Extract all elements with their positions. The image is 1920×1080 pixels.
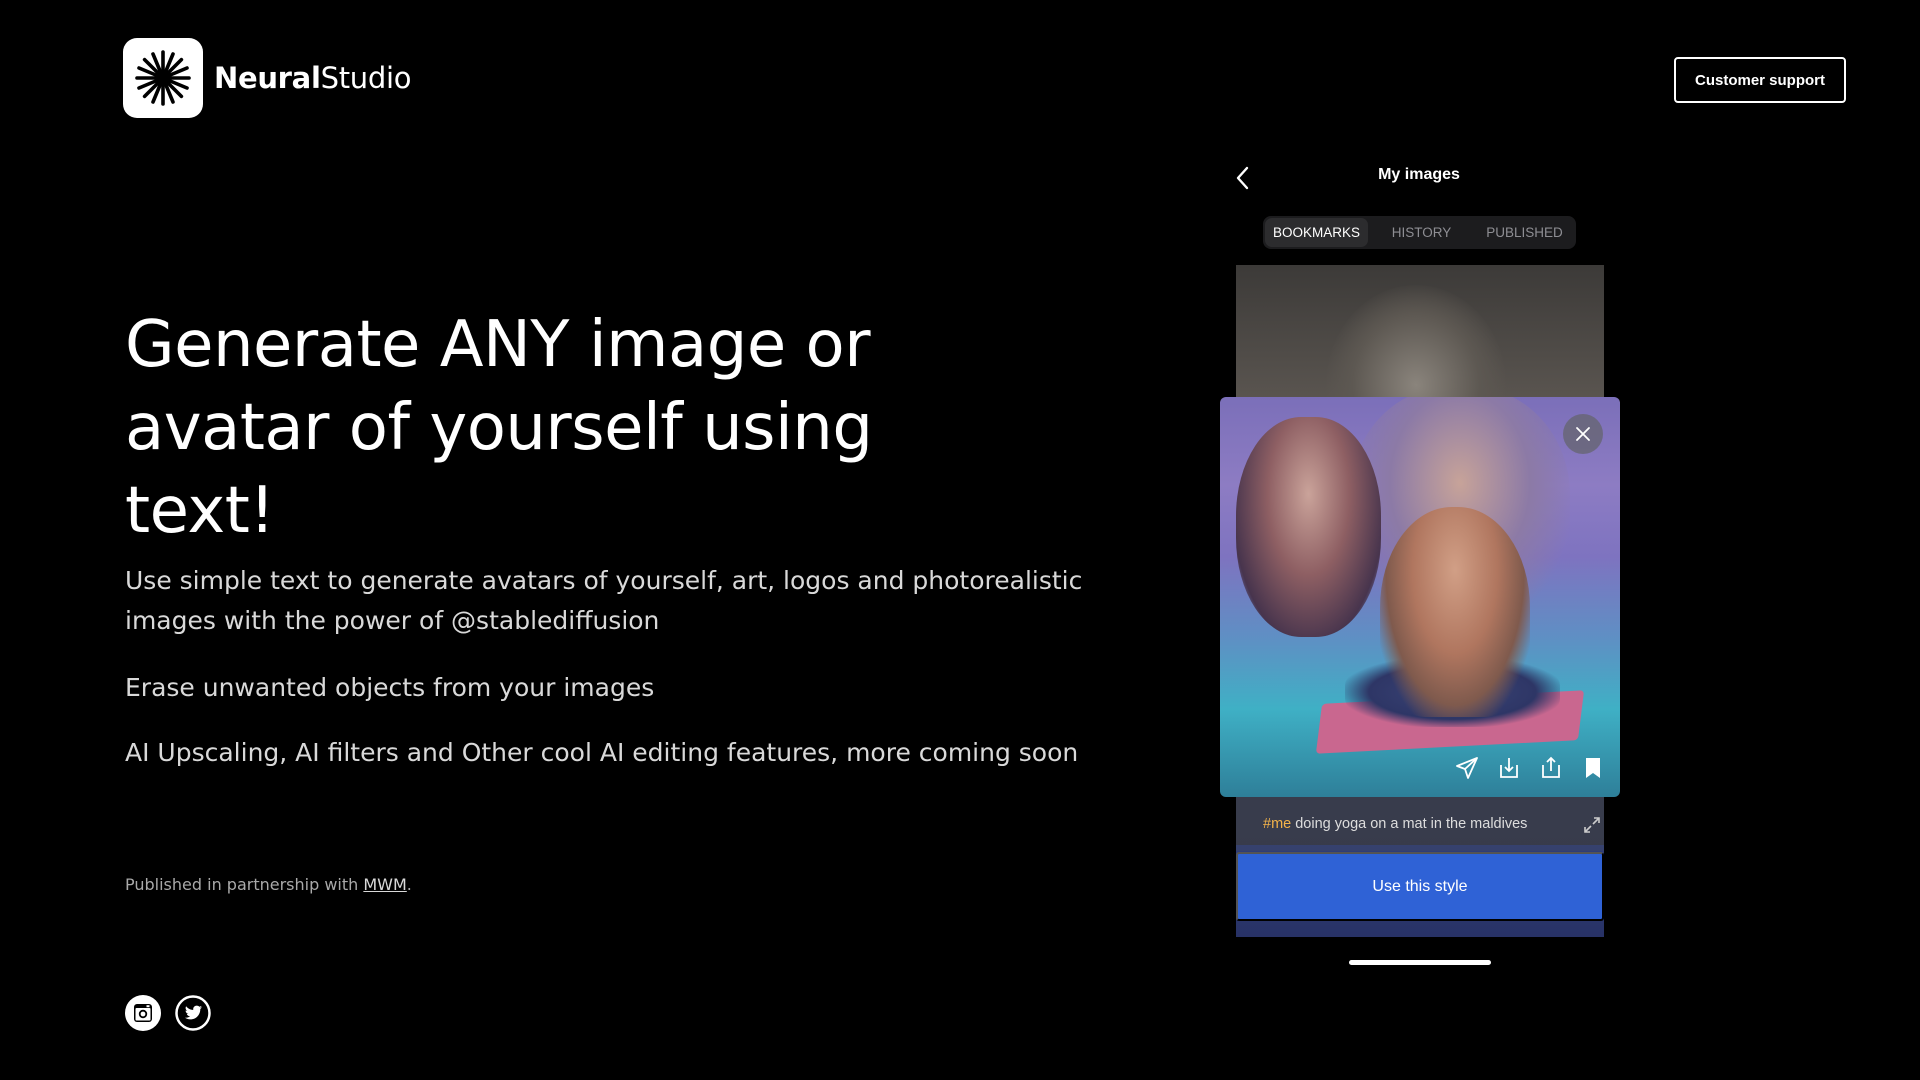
brand-name: NeuralStudio [214,61,412,95]
send-icon[interactable] [1455,756,1479,780]
hero-paragraph-erase: Erase unwanted objects from your images [125,673,655,702]
use-this-style-button[interactable]: Use this style [1236,852,1604,921]
close-icon[interactable] [1563,414,1603,454]
brand-logo[interactable]: NeuralStudio [123,38,411,118]
tab-history[interactable]: HISTORY [1370,216,1473,249]
image-caption: #me doing yoga on a mat in the maldives [1236,797,1604,851]
tab-bookmarks[interactable]: BOOKMARKS [1265,218,1368,247]
tab-published[interactable]: PUBLISHED [1473,216,1576,249]
hero-headline: Generate ANY image or avatar of yourself… [125,308,873,548]
starburst-icon [123,38,203,118]
caption-text: doing yoga on a mat in the maldives [1291,816,1528,832]
instagram-icon[interactable] [125,995,161,1031]
images-tab-bar: BOOKMARKS HISTORY PUBLISHED [1263,216,1576,249]
hero-paragraph-generate: Use simple text to generate avatars of y… [125,566,1083,635]
customer-support-button[interactable]: Customer support [1674,57,1846,103]
partner-suffix: . [406,875,412,894]
expand-icon[interactable] [1583,816,1601,834]
back-chevron-icon[interactable] [1232,164,1254,192]
share-icon[interactable] [1539,756,1563,780]
partner-note: Published in partnership with MWM. [125,875,412,894]
bookmark-icon[interactable] [1581,756,1605,780]
hero-paragraph-upscaling: AI Upscaling, AI filters and Other cool … [125,738,1079,767]
home-indicator [1349,960,1491,965]
partner-prefix: Published in partnership with [125,875,364,894]
caption-hashtag: #me [1263,816,1292,832]
twitter-icon[interactable] [175,995,211,1031]
partner-link-mwm[interactable]: MWM [363,875,406,894]
my-images-title: My images [1378,166,1460,183]
generated-image-preview[interactable] [1220,397,1620,797]
download-icon[interactable] [1497,756,1521,780]
